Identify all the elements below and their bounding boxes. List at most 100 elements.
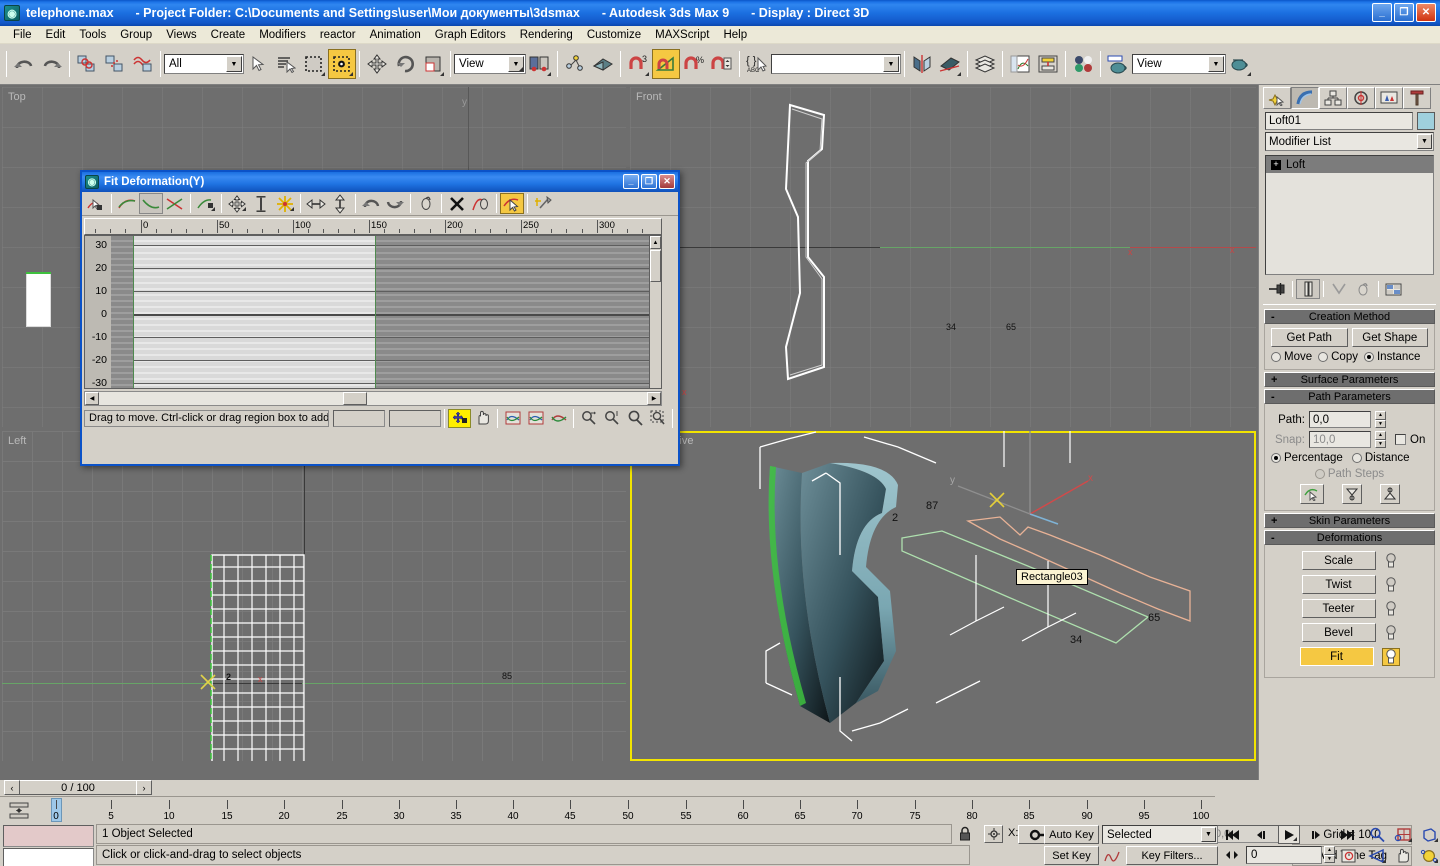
menu-help[interactable]: Help [716,28,754,42]
delete-control-point-icon[interactable] [194,193,218,214]
insert-icon[interactable] [273,193,297,214]
angle-snap-toggle-icon[interactable] [652,49,680,79]
menu-views[interactable]: Views [159,28,203,42]
utilities-tab-icon[interactable] [1403,87,1431,109]
menu-edit[interactable]: Edit [39,28,73,42]
chevron-down-icon[interactable]: ▼ [1208,56,1224,72]
current-frame-field[interactable]: 0 [1246,846,1322,864]
fit-deformation-dialog[interactable]: ◉ Fit Deformation(Y) _ ❐ ✕ 0 50 100 150 … [80,170,680,466]
bevel-deformation-button[interactable]: Bevel [1301,623,1376,642]
viewport-left[interactable]: Left 2 85 x [2,431,626,761]
pick-shape-icon[interactable] [1299,484,1324,504]
maximize-button[interactable]: ❐ [1394,3,1414,22]
undo-icon[interactable] [10,49,38,79]
reset-icon[interactable] [500,193,524,214]
show-end-result-icon[interactable] [1296,279,1320,299]
radio-instance[interactable] [1363,352,1374,362]
graph-horizontal-scrollbar[interactable]: ◀ ▶ [84,391,662,406]
snaps-toggle-icon[interactable]: 3 [624,49,652,79]
zoom-extents-all-icon[interactable] [547,409,570,428]
snap-value-field[interactable]: 10,0 [1309,431,1371,448]
select-by-name-icon[interactable] [272,49,300,79]
dialog-value-field-2[interactable] [389,409,442,427]
graph-plot-area[interactable] [133,236,649,388]
zoom-horizontal-icon[interactable] [577,409,600,428]
rotate-cw-icon[interactable] [383,193,407,214]
named-selection-sets-icon[interactable]: { } ABC [743,49,771,79]
next-frame-arrow[interactable]: › [136,780,152,795]
generate-path-icon[interactable] [469,193,493,214]
next-shape-icon[interactable] [1379,484,1400,504]
twist-lamp-icon[interactable] [1384,576,1398,593]
mirror-selected-objects-icon[interactable] [908,49,936,79]
move-control-point-icon[interactable] [115,193,139,214]
snap-spinner[interactable]: ▲ ▼ [1375,431,1386,448]
pan-icon[interactable] [471,409,494,428]
redo-icon[interactable] [38,49,66,79]
scale-deformation-button[interactable]: Scale [1301,551,1376,570]
schematic-view-icon[interactable] [1034,49,1062,79]
get-path-button[interactable]: Get Path [1271,328,1348,347]
key-mode-toggle-icon[interactable] [8,801,30,824]
scroll-right-icon[interactable]: ▶ [647,392,661,405]
remove-modifier-icon[interactable] [1351,279,1375,299]
object-name-field[interactable]: Loft01 [1265,112,1413,130]
scroll-up-icon[interactable]: ▲ [650,236,661,249]
menu-graph-editors[interactable]: Graph Editors [428,28,513,42]
key-filters-button[interactable]: Key Filters... [1126,846,1218,865]
select-and-move-icon[interactable] [363,49,391,79]
radio-move[interactable] [1271,352,1281,362]
current-frame-spinner[interactable]: ▲ ▼ [1324,846,1335,863]
rollout-header-creation-method[interactable]: - Creation Method [1264,309,1435,324]
key-filters-curve-icon[interactable] [1102,846,1122,865]
fit-lamp-icon[interactable] [1381,647,1400,666]
modifier-list-combo[interactable]: Modifier List ▼ [1265,132,1434,151]
select-and-rotate-icon[interactable] [391,49,419,79]
previous-shape-icon[interactable] [1341,484,1362,504]
menu-group[interactable]: Group [113,28,159,42]
bevel-lamp-icon[interactable] [1384,624,1398,641]
hscroll-thumb[interactable] [343,392,367,405]
move-icon[interactable] [225,193,249,214]
spinner-snap-toggle-icon[interactable] [708,49,736,79]
mirror-vertical-icon[interactable] [328,193,352,214]
fit-deformation-button[interactable]: Fit [1299,647,1374,666]
reference-coordinate-system-combo[interactable]: View ▼ [454,54,526,74]
zoom-icon[interactable] [623,409,646,428]
snap-on-checkbox[interactable] [1395,434,1406,445]
use-pivot-point-center-icon[interactable] [526,49,554,79]
rotate-ccw-icon[interactable] [359,193,383,214]
viewport-perspective[interactable]: Perspective [630,431,1256,761]
unlink-selection-icon[interactable] [101,49,129,79]
pin-stack-icon[interactable] [1265,279,1289,299]
chevron-down-icon[interactable]: ▼ [1417,134,1432,149]
expand-icon[interactable]: + [1271,159,1281,170]
rollout-header-surface-parameters[interactable]: + Surface Parameters [1264,372,1435,387]
configure-modifier-sets-icon[interactable] [1382,279,1406,299]
window-crossing-toggle-icon[interactable] [328,49,356,79]
path-value-field[interactable]: 0,0 [1309,411,1371,428]
get-shape-icon[interactable] [414,193,438,214]
chevron-down-icon[interactable]: ▼ [1201,827,1216,842]
move-lock-icon[interactable] [448,408,472,428]
viewport-front[interactable]: Front 34 65 x x x [630,87,1256,427]
zoom-all-icon[interactable] [1392,825,1414,844]
modifier-stack[interactable]: + Loft [1265,155,1434,275]
scale-control-point-icon[interactable] [139,193,163,214]
dialog-value-field-1[interactable] [333,409,386,427]
lock-icon[interactable] [958,826,974,842]
rollout-header-deformations[interactable]: - Deformations [1264,530,1435,545]
insert-corner-point-icon[interactable] [163,193,187,214]
named-selection-combo[interactable]: ▼ [771,54,901,74]
render-setup-icon[interactable] [1104,49,1132,79]
zoom-region-icon[interactable] [646,409,669,428]
align-icon[interactable] [936,49,964,79]
teeter-deformation-button[interactable]: Teeter [1301,599,1376,618]
zoom-icon[interactable] [1366,825,1388,844]
menu-reactor[interactable]: reactor [313,28,363,42]
delete-curve-icon[interactable] [445,193,469,214]
menu-maxscript[interactable]: MAXScript [648,28,716,42]
scale-lamp-icon[interactable] [1384,552,1398,569]
chevron-down-icon[interactable]: ▼ [883,56,899,72]
zoom-extents-icon[interactable] [1418,825,1440,844]
